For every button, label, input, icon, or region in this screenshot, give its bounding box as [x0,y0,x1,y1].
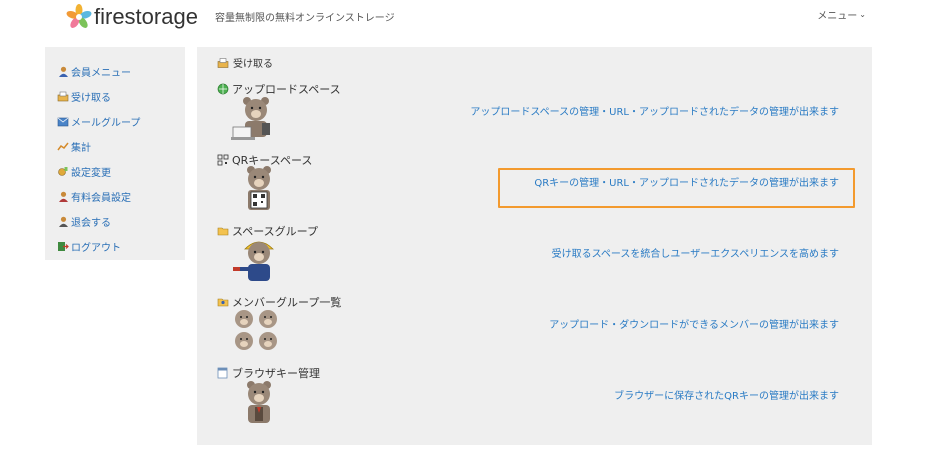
section-space-group: スペースグループ 受け取るスペースを統合しユーザーエクスペリエンスを高めます [217,223,857,293]
top-menu-button[interactable]: メニュー ⌄ [817,7,866,22]
stats-icon [57,141,69,153]
sidebar-item-logout[interactable]: ログアウト [45,234,185,259]
bear-helmet-illustration [233,241,274,281]
main-panel: 受け取る アップロードスペース アップロードスペースの管理・URL・アップロード… [197,47,872,445]
section-member-group: メンバーグループ一覧 アップロード・ダウンロードができるメンバーの管理が出来ます [217,294,857,364]
bear-group-illustration [235,310,277,350]
browser-key-link[interactable]: ブラウザーに保存されたQRキーの管理が出来ます [614,387,839,402]
sidebar-item-label: 受け取る [71,93,111,104]
sidebar: 会員メニュー 受け取る メールグループ 集計 設定変更 有料会員設定 退会する … [45,47,185,260]
page-title: 受け取る [217,55,273,70]
mail-group-icon [57,116,69,128]
logout-icon [57,241,69,253]
sidebar-item-label: 退会する [71,218,111,229]
top-menu-label: メニュー [817,11,858,22]
sidebar-item-label: 集計 [71,143,91,154]
folder-icon [217,225,229,237]
sidebar-item-mail-group[interactable]: メールグループ [45,109,185,134]
sidebar-item-label: 有料会員設定 [71,193,131,204]
sidebar-item-label: 会員メニュー [71,68,131,79]
sidebar-item-member-menu[interactable]: 会員メニュー [45,59,185,84]
section-title[interactable]: QRキースペース [217,152,857,168]
globe-icon [217,83,229,95]
inbox-icon [217,57,229,68]
bear-laptop-illustration [231,97,270,140]
section-browser-key: ブラウザキー管理 ブラウザーに保存されたQRキーの管理が出来ます [217,365,857,435]
sidebar-item-label: ログアウト [71,243,121,254]
section-upload-space: アップロードスペース アップロードスペースの管理・URL・アップロードされたデー… [217,81,857,151]
qr-icon [217,154,229,166]
bear-browser-illustration [247,381,271,423]
site-logo[interactable]: firestorage [66,4,198,30]
member-group-icon [217,296,229,308]
chevron-down-icon: ⌄ [859,10,866,19]
withdraw-icon [57,216,69,228]
settings-icon [57,166,69,178]
paid-member-icon [57,191,69,203]
firestorage-logo-icon [66,4,92,28]
site-tagline: 容量無制限の無料オンラインストレージ [215,13,395,24]
bear-qr-illustration [247,166,271,210]
sidebar-item-label: メールグループ [71,118,141,129]
section-title[interactable]: ブラウザキー管理 [217,365,857,381]
section-title[interactable]: スペースグループ [217,223,857,239]
section-title[interactable]: アップロードスペース [217,81,857,97]
sidebar-item-settings[interactable]: 設定変更 [45,159,185,184]
member-icon [57,66,69,78]
inbox-icon [57,91,69,103]
space-group-link[interactable]: 受け取るスペースを統合しユーザーエクスペリエンスを高めます [552,245,839,260]
browser-key-icon [217,367,229,379]
highlight-box [498,168,855,208]
page-title-text: 受け取る [233,59,273,70]
sidebar-item-stats[interactable]: 集計 [45,134,185,159]
section-title[interactable]: メンバーグループ一覧 [217,294,857,310]
sidebar-item-paid-member[interactable]: 有料会員設定 [45,184,185,209]
member-group-link[interactable]: アップロード・ダウンロードができるメンバーの管理が出来ます [549,316,839,331]
sidebar-item-label: 設定変更 [71,168,111,179]
sidebar-item-receive[interactable]: 受け取る [45,84,185,109]
logo-text: firestorage [94,4,198,29]
sidebar-item-withdraw[interactable]: 退会する [45,209,185,234]
upload-space-link[interactable]: アップロードスペースの管理・URL・アップロードされたデータの管理が出来ます [470,103,839,118]
